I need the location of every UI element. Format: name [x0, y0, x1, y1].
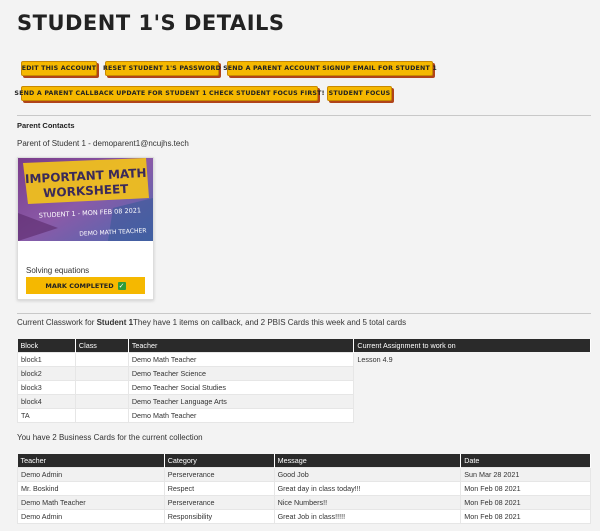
- teacher-cell: Demo Admin: [17, 508, 165, 524]
- worksheet-image-graphic: IMPORTANT MATH WORKSHEET STUDENT 1 - MON…: [18, 158, 153, 241]
- class-cell: [74, 393, 129, 409]
- assignment-cell: Lesson 4.9: [353, 352, 591, 366]
- class-cell: [74, 351, 129, 367]
- edit-account-button[interactable]: EDIT THIS ACCOUNT: [21, 61, 97, 76]
- class-cell: [74, 365, 129, 381]
- column-header: Teacher: [128, 339, 355, 352]
- block-cell: block2: [17, 365, 76, 381]
- table-row: block4 Demo Teacher Language Arts: [17, 393, 591, 409]
- column-header: Category: [164, 454, 275, 467]
- parent-contacts-heading: Parent Contacts: [17, 121, 75, 130]
- column-header: Date: [460, 454, 591, 467]
- table-row: Mr. Boskind Respect Great day in class t…: [17, 480, 591, 496]
- assignment-cell: [353, 408, 591, 422]
- assignment-cell: [353, 380, 591, 394]
- table-row: Demo Admin Perserverance Good Job Sun Ma…: [17, 466, 591, 482]
- teacher-cell: Mr. Boskind: [17, 480, 165, 496]
- teacher-cell: Demo Teacher Science: [127, 365, 355, 381]
- teacher-cell: Demo Math Teacher: [17, 494, 165, 510]
- class-cell: [74, 379, 129, 395]
- business-cards-summary: You have 2 Business Cards for the curren…: [17, 433, 203, 442]
- date-cell: Mon Feb 08 2021: [460, 480, 591, 496]
- class-cell: [74, 407, 129, 423]
- table-row: Demo Math Teacher Perserverance Nice Num…: [17, 494, 591, 510]
- teacher-cell: Demo Math Teacher: [127, 351, 355, 367]
- column-header: Block: [17, 339, 76, 352]
- date-cell: Sun Mar 28 2021: [460, 466, 591, 482]
- message-cell: Good Job: [273, 466, 462, 482]
- column-header: Class: [75, 339, 129, 352]
- column-header: Teacher: [17, 454, 165, 467]
- table-row: block3 Demo Teacher Social Studies: [17, 379, 591, 395]
- table-row: Demo Admin Responsibility Great Job in c…: [17, 508, 591, 524]
- divider: [17, 313, 591, 314]
- category-cell: Respect: [163, 480, 275, 496]
- category-cell: Perserverance: [163, 466, 275, 482]
- worksheet-caption: Solving equations: [26, 266, 90, 275]
- classwork-student: Student 1: [96, 318, 134, 327]
- date-cell: Mon Feb 08 2021: [460, 494, 591, 510]
- block-cell: TA: [17, 407, 76, 423]
- table-row: block2 Demo Teacher Science: [17, 365, 591, 381]
- teacher-cell: Demo Math Teacher: [127, 407, 355, 423]
- worksheet-image[interactable]: IMPORTANT MATH WORKSHEET STUDENT 1 - MON…: [18, 158, 153, 241]
- teacher-cell: Demo Teacher Social Studies: [127, 379, 355, 395]
- category-cell: Responsibility: [163, 508, 275, 524]
- classwork-prefix: Current Classwork for: [17, 318, 97, 327]
- block-cell: block3: [17, 379, 76, 395]
- message-cell: Great Job in class!!!!!: [273, 508, 462, 524]
- classwork-summary: Current Classwork for Student 1They have…: [17, 318, 406, 327]
- divider: [17, 115, 591, 116]
- column-header: Current Assignment to work on: [353, 339, 591, 352]
- message-cell: Great day in class today!!!: [273, 480, 462, 496]
- assignment-cell: [353, 366, 591, 380]
- category-cell: Perserverance: [163, 494, 275, 510]
- table-row: TA Demo Math Teacher: [17, 407, 591, 423]
- student-focus-button[interactable]: STUDENT FOCUS: [327, 86, 392, 101]
- table-header-row: Block Class Teacher Current Assignment t…: [17, 339, 591, 352]
- parent-signup-email-button[interactable]: SEND A PARENT ACCOUNT SIGNUP EMAIL FOR S…: [223, 61, 437, 76]
- block-cell: block1: [17, 351, 76, 367]
- checkmark-icon: ✓: [117, 281, 126, 290]
- classwork-table: Block Class Teacher Current Assignment t…: [17, 339, 591, 423]
- reset-password-button[interactable]: RESET STUDENT 1'S PASSWORD: [103, 61, 221, 76]
- mark-completed-label: MARK COMPLETED: [45, 281, 114, 290]
- assignment-cell: [353, 394, 591, 408]
- table-row: block1 Demo Math Teacher Lesson 4.9: [17, 351, 591, 367]
- message-cell: Nice Numbers!!: [273, 494, 462, 510]
- table-header-row: Teacher Category Message Date: [17, 454, 591, 467]
- business-cards-table: Teacher Category Message Date Demo Admin…: [17, 454, 591, 524]
- parent-callback-update-button[interactable]: SEND A PARENT CALLBACK UPDATE FOR STUDEN…: [14, 86, 324, 101]
- teacher-cell: Demo Admin: [17, 466, 165, 482]
- worksheet-card: IMPORTANT MATH WORKSHEET STUDENT 1 - MON…: [17, 157, 154, 300]
- parent-contact-line: Parent of Student 1 - demoparent1@ncujhs…: [17, 139, 189, 148]
- teacher-cell: Demo Teacher Language Arts: [127, 393, 355, 409]
- mark-completed-button[interactable]: MARK COMPLETED ✓: [26, 277, 145, 294]
- date-cell: Mon Feb 08 2021: [460, 508, 591, 524]
- classwork-suffix: They have 1 items on callback, and 2 PBI…: [133, 318, 407, 327]
- column-header: Message: [274, 454, 462, 467]
- page-title: STUDENT 1'S DETAILS: [17, 11, 285, 35]
- block-cell: block4: [17, 393, 76, 409]
